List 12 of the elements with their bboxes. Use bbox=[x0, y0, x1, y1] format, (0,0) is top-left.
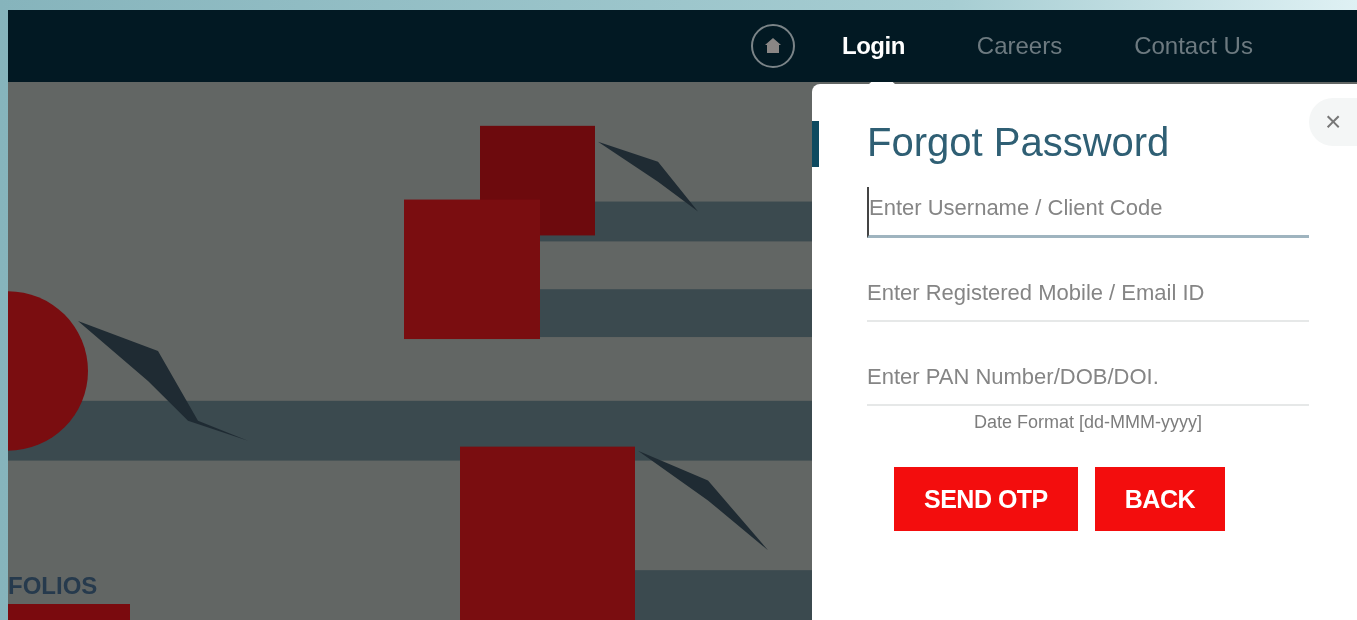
dialog-title: Forgot Password bbox=[867, 120, 1171, 165]
home-icon[interactable] bbox=[750, 23, 796, 69]
nav-link[interactable]: Contact Us bbox=[1134, 32, 1253, 60]
accent-bar bbox=[812, 121, 819, 167]
send-otp-button[interactable]: SEND OTP bbox=[894, 467, 1078, 531]
hint-text: Date Format [dd-MMM-yyyy] bbox=[973, 412, 1203, 433]
back-button[interactable]: BACK bbox=[1094, 467, 1225, 531]
nav-link[interactable]: Careers bbox=[976, 32, 1063, 60]
input-field[interactable]: Enter Username / Client Code bbox=[867, 187, 1309, 238]
banner-caption: FOLIOS bbox=[8, 572, 99, 600]
close-button[interactable]: × bbox=[1309, 98, 1357, 146]
nav-link[interactable]: Login bbox=[842, 32, 905, 60]
